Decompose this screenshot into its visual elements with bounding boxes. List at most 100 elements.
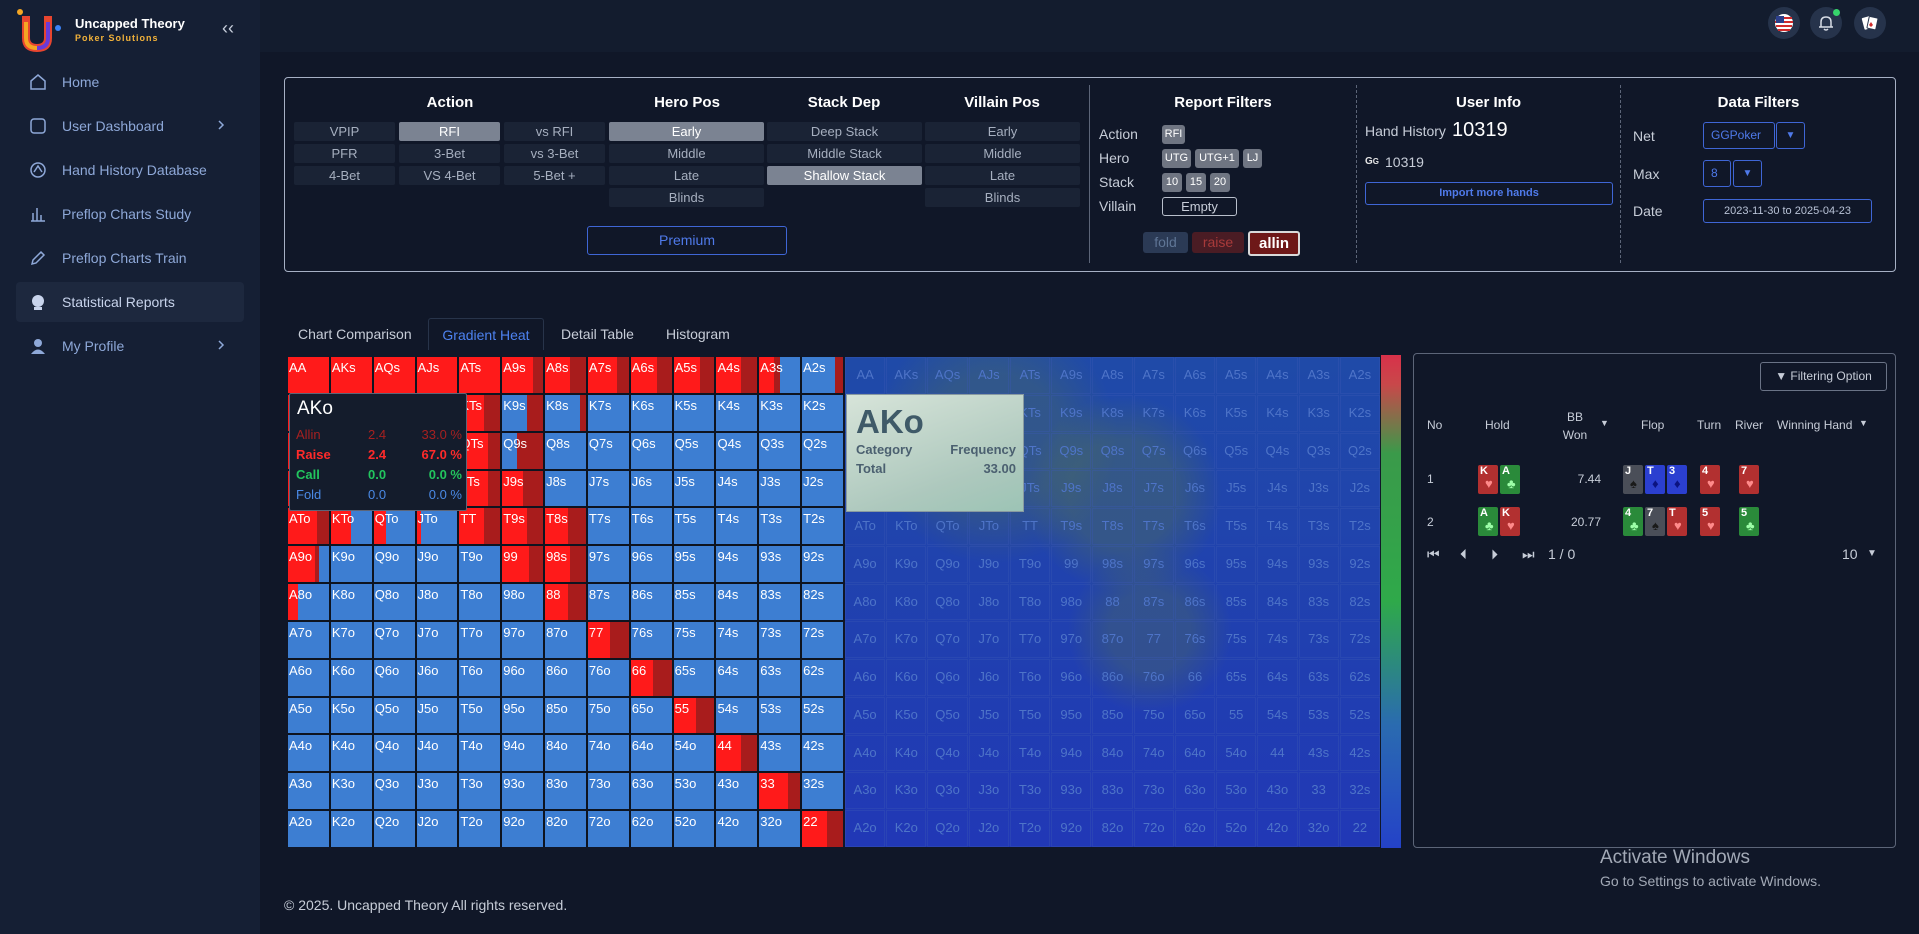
hand-cell[interactable]: 53s xyxy=(759,697,801,734)
hand-cell[interactable]: 83o xyxy=(545,773,586,810)
hand-cell[interactable]: A9o xyxy=(288,546,329,583)
heat-cell[interactable]: K9o xyxy=(886,545,927,583)
hand-cell[interactable]: J8o xyxy=(416,584,458,620)
hand-cell[interactable]: 98o xyxy=(502,584,544,620)
hand-cell[interactable]: J4o xyxy=(416,735,458,772)
hand-cell[interactable]: 32o xyxy=(759,811,801,847)
heat-cell[interactable]: 95o xyxy=(1051,696,1092,734)
hand-cell[interactable]: T4o xyxy=(459,735,501,772)
hand-cell[interactable]: 72s xyxy=(802,621,843,658)
heat-cell[interactable]: Q8o xyxy=(927,583,968,621)
heat-cell[interactable]: A8s xyxy=(1092,357,1133,394)
hand-cell[interactable]: 84o xyxy=(545,735,586,772)
hand-cell[interactable]: 96s xyxy=(630,546,672,583)
heat-cell[interactable]: T8o xyxy=(1009,583,1051,621)
hand-cell[interactable]: A7o xyxy=(288,621,329,658)
villain-pos-blinds-button[interactable]: Blinds xyxy=(925,188,1080,207)
hand-cell[interactable]: 64s xyxy=(716,659,758,696)
heat-cell[interactable]: 54s xyxy=(1257,696,1298,734)
shallow-stack-button[interactable]: Shallow Stack xyxy=(767,166,922,185)
max-select[interactable]: 8 xyxy=(1703,160,1731,187)
hand-cell[interactable]: 87o xyxy=(545,621,586,658)
hand-cell[interactable]: T8o xyxy=(459,584,501,620)
hand-cell[interactable]: K4o xyxy=(330,735,372,772)
heat-cell[interactable]: 73s xyxy=(1298,621,1339,659)
first-page-icon[interactable]: ⏮ xyxy=(1427,546,1440,563)
hand-cell[interactable]: K6o xyxy=(330,659,372,696)
hand-cell[interactable]: Q9o xyxy=(373,546,415,583)
sort-bb-icon[interactable]: ▼ xyxy=(1600,418,1609,428)
heat-cell[interactable]: KTo xyxy=(886,508,927,545)
hand-cell[interactable]: 62s xyxy=(802,659,843,696)
heat-cell[interactable]: Q2s xyxy=(1339,432,1380,470)
heat-cell[interactable]: Q9o xyxy=(927,545,968,583)
heat-cell[interactable]: 53o xyxy=(1216,772,1257,810)
heat-cell[interactable]: A5s xyxy=(1216,357,1257,394)
heat-cell[interactable]: K5s xyxy=(1216,394,1257,432)
hand-cell[interactable]: AJs xyxy=(416,357,458,393)
4bet-button[interactable]: 4-Bet xyxy=(294,166,395,185)
heat-cell[interactable]: J5s xyxy=(1216,470,1257,508)
heat-cell[interactable]: 74o xyxy=(1133,734,1174,772)
heat-cell[interactable]: 92o xyxy=(1051,810,1092,847)
tab-histogram[interactable]: Histogram xyxy=(666,318,742,350)
hand-cell[interactable]: Q2s xyxy=(802,432,843,469)
sort-winning-icon[interactable]: ▼ xyxy=(1859,418,1868,428)
heat-cell[interactable]: Q3o xyxy=(927,772,968,810)
heat-cell[interactable]: Q7s xyxy=(1133,432,1174,470)
hand-cell[interactable]: J3s xyxy=(759,470,801,507)
heat-cell[interactable]: JTo xyxy=(968,508,1009,545)
heat-cell[interactable]: T6s xyxy=(1174,508,1216,545)
heat-cell[interactable]: 86o xyxy=(1092,659,1133,696)
hand-cell[interactable]: JTo xyxy=(416,508,458,545)
hand-cell[interactable]: Q8s xyxy=(545,432,586,469)
heat-cell[interactable]: J7o xyxy=(968,621,1009,659)
heat-cell[interactable]: 87o xyxy=(1092,621,1133,659)
heat-cell[interactable]: 83s xyxy=(1298,583,1339,621)
heat-cell[interactable]: 63o xyxy=(1174,772,1216,810)
hand-cell[interactable]: 85o xyxy=(545,697,586,734)
hand-cell[interactable]: Q3s xyxy=(759,432,801,469)
language-flag-icon[interactable] xyxy=(1768,7,1800,39)
heat-cell[interactable]: Q8s xyxy=(1092,432,1133,470)
3bet-button[interactable]: 3-Bet xyxy=(399,144,500,163)
heat-cell[interactable]: T2o xyxy=(1009,810,1051,847)
hand-cell[interactable]: 92s xyxy=(802,546,843,583)
hand-cell[interactable]: 87s xyxy=(587,584,629,620)
heat-cell[interactable]: J2s xyxy=(1339,470,1380,508)
heat-cell[interactable]: T5s xyxy=(1216,508,1257,545)
heat-cell[interactable]: 86s xyxy=(1174,583,1216,621)
heat-cell[interactable]: J3o xyxy=(968,772,1009,810)
villain-pos-middle-button[interactable]: Middle xyxy=(925,144,1080,163)
premium-button[interactable]: Premium xyxy=(587,226,787,255)
heat-cell[interactable]: ATs xyxy=(1009,357,1051,394)
heat-cell[interactable]: T3s xyxy=(1298,508,1339,545)
hand-cell[interactable]: K6s xyxy=(630,394,672,431)
heat-cell[interactable]: 43o xyxy=(1257,772,1298,810)
heat-cell[interactable]: A4s xyxy=(1257,357,1298,394)
heat-cell[interactable]: K5o xyxy=(886,696,927,734)
sidebar-item-hand-history-database[interactable]: Hand History Database xyxy=(16,150,244,190)
hand-cell[interactable]: 85s xyxy=(673,584,715,620)
heat-cell[interactable]: J7s xyxy=(1133,470,1174,508)
rf-hero-chip-utg[interactable]: UTG xyxy=(1162,149,1191,168)
hand-cell[interactable]: AKs xyxy=(330,357,372,393)
hand-cell[interactable]: 86o xyxy=(545,659,586,696)
hand-cell[interactable]: 82s xyxy=(802,584,843,620)
sidebar-item-statistical-reports[interactable]: Statistical Reports xyxy=(16,282,244,322)
hand-cell[interactable]: 94o xyxy=(502,735,544,772)
heat-cell[interactable]: K7s xyxy=(1133,394,1174,432)
hand-cell[interactable]: Q3o xyxy=(373,773,415,810)
hand-cell[interactable]: A6s xyxy=(630,357,672,393)
heat-cell[interactable]: Q4s xyxy=(1257,432,1298,470)
hand-cell[interactable]: A3s xyxy=(759,357,801,393)
heat-cell[interactable]: 85s xyxy=(1216,583,1257,621)
heat-cell[interactable]: 32o xyxy=(1298,810,1339,847)
heat-cell[interactable]: 32s xyxy=(1339,772,1380,810)
hand-cell[interactable]: 93o xyxy=(502,773,544,810)
heat-cell[interactable]: 62s xyxy=(1339,659,1380,696)
heat-cell[interactable]: 77 xyxy=(1133,621,1174,659)
villain-pos-late-button[interactable]: Late xyxy=(925,166,1080,185)
cards-icon[interactable] xyxy=(1854,7,1886,39)
heat-cell[interactable]: T7o xyxy=(1009,621,1051,659)
